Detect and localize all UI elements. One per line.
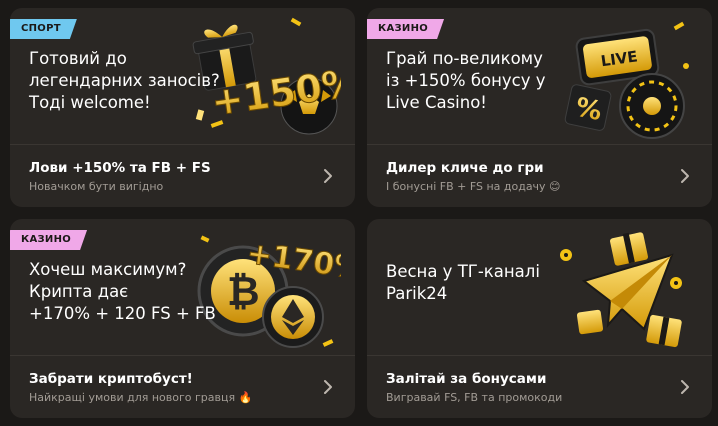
category-badge-casino: КАЗИНО xyxy=(367,19,444,39)
promo-headline: Грай по-великому із +150% бонусу у Live … xyxy=(386,49,546,112)
promo-card-live-casino[interactable]: КАЗИНО Грай по-великому із +150% бонусу … xyxy=(367,8,712,207)
promo-cta-subtitle: Вигравай FS, FB та промокоди xyxy=(386,391,563,404)
promo-cta-subtitle: І бонусні FB + FS на додачу 😊 xyxy=(386,180,561,193)
chevron-right-icon[interactable] xyxy=(321,378,335,396)
card-divider xyxy=(367,355,712,356)
promo-cta-title: Залітай за бонусами xyxy=(386,371,547,387)
promo-cta-subtitle: Найкращі умови для нового гравця 🔥 xyxy=(29,391,253,404)
promo-headline: Готовий до легендарних заносів? Тоді wel… xyxy=(29,49,220,112)
chevron-right-icon[interactable] xyxy=(678,378,692,396)
category-badge-sport: СПОРТ xyxy=(10,19,77,39)
promo-headline: Весна у ТГ-каналі Parik24 xyxy=(386,262,540,303)
promo-card-crypto-boost[interactable]: КАЗИНО Хочеш максимум? Крипта дає +170% … xyxy=(10,219,355,418)
promo-cta-title: Забрати криптобуст! xyxy=(29,371,193,387)
promo-cta-title: Дилер кличе до гри xyxy=(386,160,544,176)
promo-card-sport-welcome[interactable]: СПОРТ Готовий до легендарних заносів? То… xyxy=(10,8,355,207)
promo-cta-title: Лови +150% та FB + FS xyxy=(29,160,211,176)
chevron-right-icon[interactable] xyxy=(321,167,335,185)
promo-card-telegram[interactable]: Весна у ТГ-каналі Parik24 Залітай за бон… xyxy=(367,219,712,418)
card-divider xyxy=(10,355,355,356)
card-divider xyxy=(10,144,355,145)
promo-headline: Хочеш максимум? Крипта дає +170% + 120 F… xyxy=(29,260,216,323)
category-badge-casino: КАЗИНО xyxy=(10,230,87,250)
promo-cta-subtitle: Новачком бути вигідно xyxy=(29,180,164,193)
ethereum-coin-icon xyxy=(262,286,324,348)
chevron-right-icon[interactable] xyxy=(678,167,692,185)
card-divider xyxy=(367,144,712,145)
